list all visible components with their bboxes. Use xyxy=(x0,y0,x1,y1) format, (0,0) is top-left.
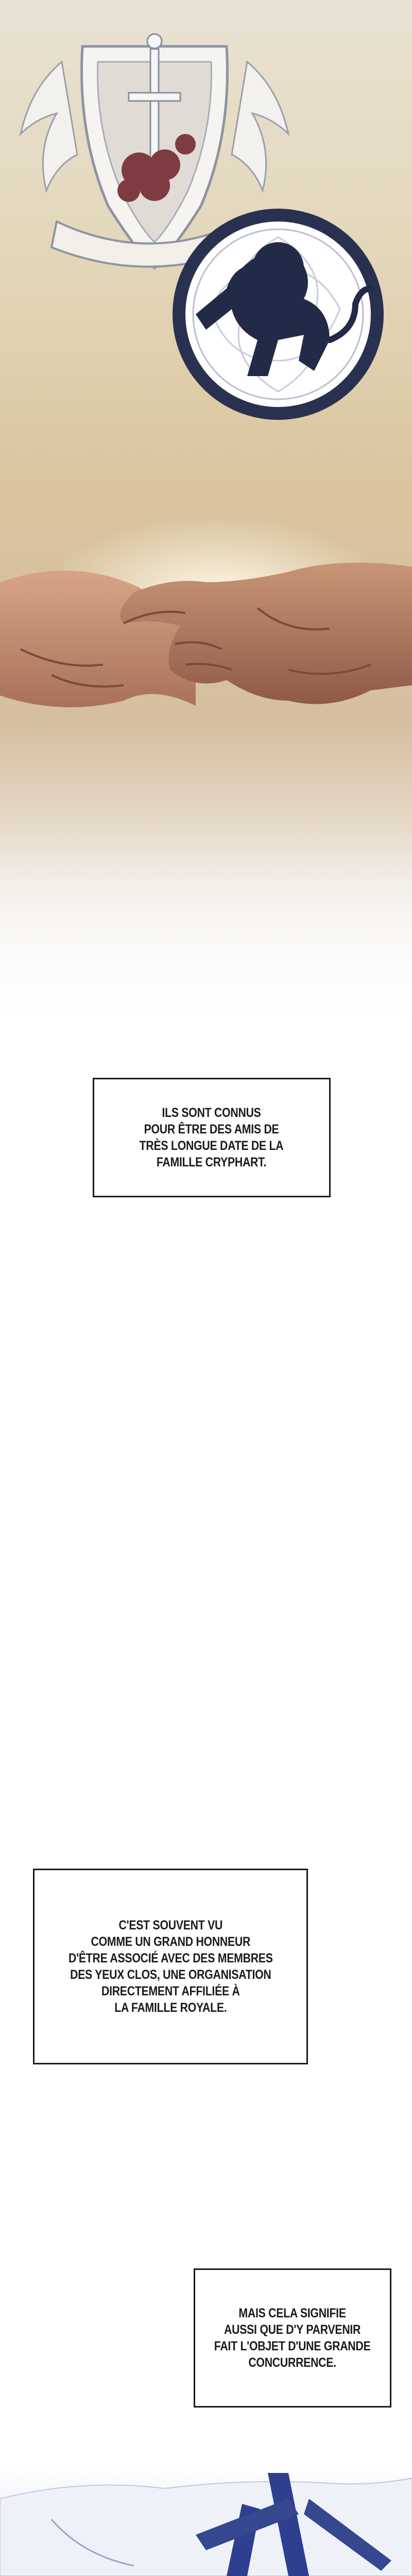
caption-text-3: MAIS CELA SIGNIFIE AUSSI QUE D'Y PARVENI… xyxy=(214,2306,371,2370)
caption-box-1: ILS SONT CONNUS POUR ÊTRE DES AMIS DE TR… xyxy=(93,1078,331,1197)
handshake-illustration xyxy=(0,563,412,707)
illustration-svg xyxy=(0,33,412,1030)
caption-box-3: MAIS CELA SIGNIFIE AUSSI QUE D'Y PARVENI… xyxy=(194,2268,391,2408)
lion-emblem-icon xyxy=(173,209,384,420)
caption-box-2: C'EST SOUVENT VU COMME UN GRAND HONNEUR … xyxy=(33,1869,308,2064)
bottom-art-svg xyxy=(0,2473,412,2576)
illustration-panel-bottom xyxy=(0,2468,412,2576)
illustration-panel-handshake xyxy=(0,0,412,1030)
caption-text-1: ILS SONT CONNUS POUR ÊTRE DES AMIS DE TR… xyxy=(140,1106,284,1170)
caption-text-2: C'EST SOUVENT VU COMME UN GRAND HONNEUR … xyxy=(68,1918,273,2015)
